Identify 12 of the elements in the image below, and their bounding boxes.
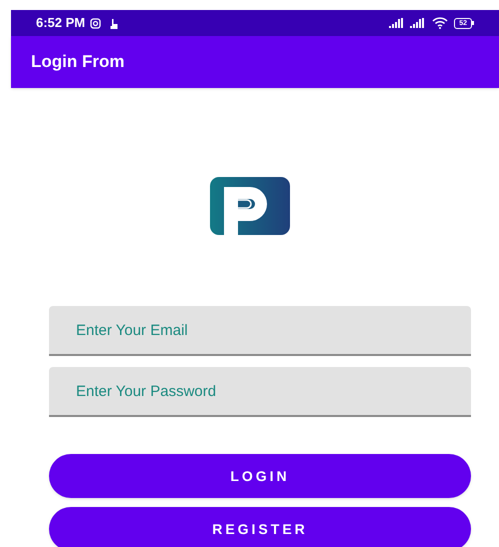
input-field[interactable]: Enter Your Email xyxy=(49,306,471,356)
hand-icon xyxy=(109,18,120,28)
signal-icon xyxy=(389,18,406,28)
logo-icon xyxy=(210,177,290,235)
action-button[interactable]: REGISTER xyxy=(49,507,471,547)
status-time: 6:52 PM xyxy=(36,14,86,32)
signal-icon xyxy=(410,18,426,28)
action-button[interactable]: LOGIN xyxy=(49,454,471,498)
input-field[interactable]: Enter Your Password xyxy=(49,367,471,417)
instagram-icon xyxy=(90,18,102,28)
wifi-icon xyxy=(432,17,448,29)
app-title: Login From xyxy=(31,51,124,74)
